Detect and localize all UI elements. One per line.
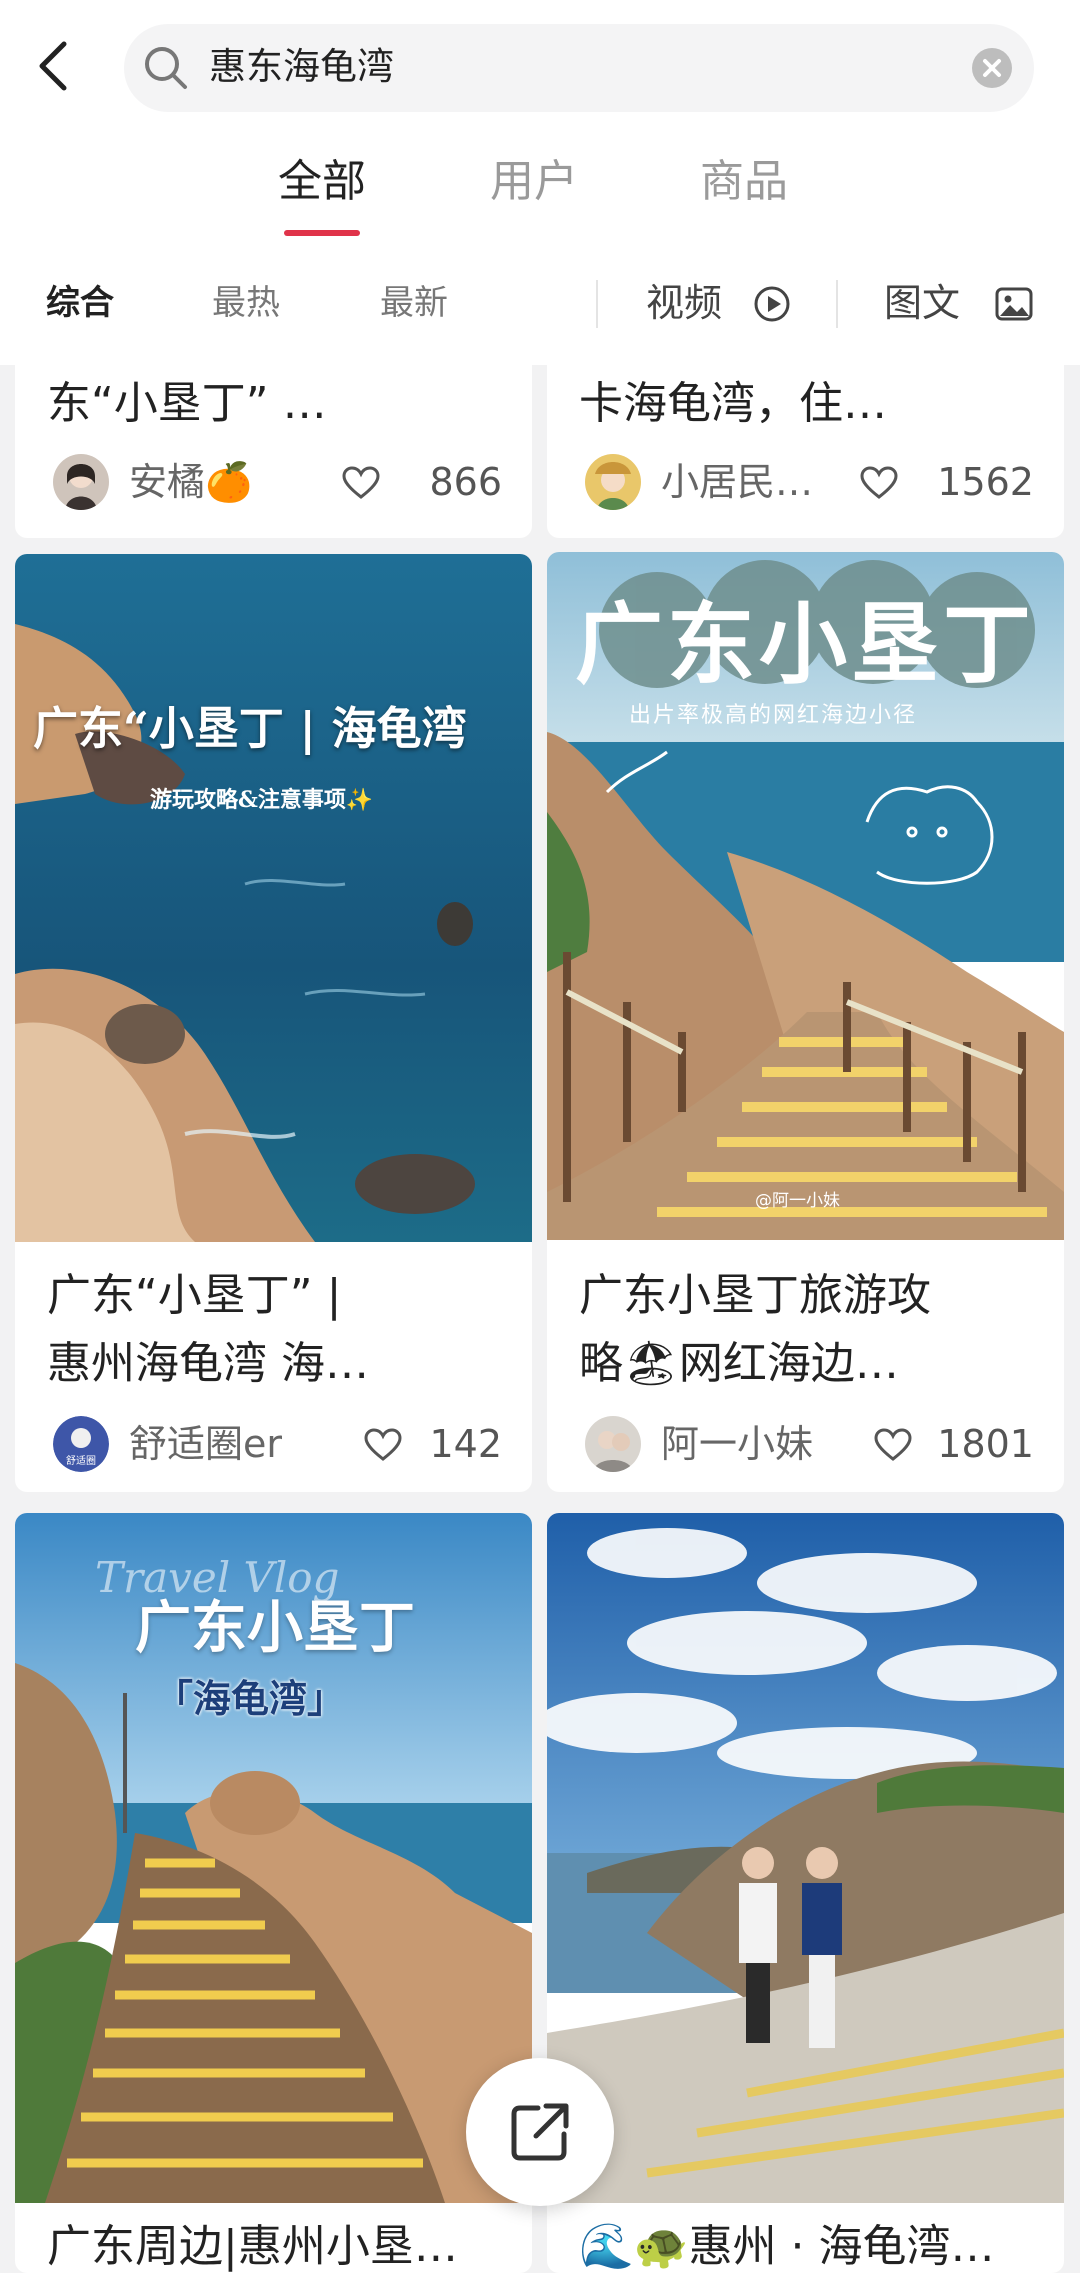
- avatar[interactable]: [53, 454, 109, 510]
- card-title: 广东“小垦丁” | 惠州海龟湾 海…: [47, 1262, 506, 1398]
- note-card[interactable]: 卡海龟湾，住… 小居民… 1562: [547, 356, 1064, 538]
- cover-subtitle: 游玩攻略&注意事项✨: [150, 787, 374, 813]
- tab-label: 用户: [490, 156, 578, 207]
- share-icon: [511, 2103, 569, 2161]
- author-name[interactable]: 舒适圈er: [129, 1418, 282, 1470]
- avatar[interactable]: [585, 454, 641, 510]
- heart-icon[interactable]: [364, 1428, 402, 1462]
- card-meta: 小居民… 1562: [585, 452, 1034, 512]
- filter-bar: 综合 最热 最新 视频 图文: [0, 268, 1080, 343]
- card-title: 🌊🐢惠州 · 海龟湾…: [579, 2221, 995, 2272]
- author-name[interactable]: 小居民…: [661, 456, 813, 508]
- note-card[interactable]: 🌊🐢惠州 · 海龟湾…: [547, 1513, 1064, 2273]
- tab-label: 全部: [278, 156, 366, 207]
- note-card[interactable]: 广东小垦丁 出片率极高的网红海边小径 @阿一小妹 广东小垦丁旅游攻 略🏖网红海边…: [547, 552, 1064, 1492]
- search-icon: [145, 47, 187, 89]
- image-icon: [995, 287, 1033, 321]
- tab-label: 商品: [700, 156, 788, 207]
- like-count: 1562: [937, 460, 1034, 504]
- tab-users[interactable]: 用户: [490, 150, 578, 214]
- search-query[interactable]: 惠东海龟湾: [209, 41, 394, 93]
- cover-image: [547, 1513, 1064, 2203]
- like-count: 142: [429, 1422, 502, 1466]
- cover-title: 广东小垦丁: [575, 593, 1036, 696]
- avatar-text: 舒适圈: [66, 1454, 96, 1467]
- search-input[interactable]: 惠东海龟湾: [124, 24, 1034, 112]
- tab-all[interactable]: 全部: [278, 150, 366, 236]
- card-title: 东“小垦丁” …: [47, 378, 327, 429]
- filter-newest[interactable]: 最新: [380, 278, 448, 328]
- card-title: 广东小垦丁旅游攻 略🏖网红海边…: [579, 1262, 1038, 1398]
- filter-image-text[interactable]: 图文: [884, 278, 960, 328]
- divider: [836, 280, 838, 328]
- cover-subtitle: 「海龟湾」: [155, 1677, 346, 1721]
- cover-title: 广东小垦丁: [135, 1596, 415, 1661]
- like-count: 1801: [937, 1422, 1034, 1466]
- card-title-line: 惠州海龟湾 海…: [47, 1338, 369, 1389]
- card-title: 广东周边|惠州小垦…: [47, 2221, 458, 2272]
- clear-icon[interactable]: [972, 48, 1012, 88]
- avatar[interactable]: [585, 1416, 641, 1472]
- header: 惠东海龟湾 全部 用户 商品 综合 最热 最新 视频 图文: [0, 0, 1080, 365]
- heart-icon[interactable]: [342, 466, 380, 500]
- filter-comprehensive[interactable]: 综合: [46, 278, 114, 328]
- share-button[interactable]: [466, 2058, 614, 2206]
- card-title-line: 略🏖网红海边…: [579, 1338, 899, 1389]
- heart-icon[interactable]: [874, 1428, 912, 1462]
- chevron-left-icon[interactable]: [30, 36, 74, 96]
- heart-icon[interactable]: [860, 466, 898, 500]
- card-title-line: 广东小垦丁旅游攻: [579, 1270, 931, 1321]
- play-icon: [754, 286, 790, 322]
- filter-video[interactable]: 视频: [646, 278, 722, 328]
- like-count: 866: [429, 460, 502, 504]
- divider: [596, 280, 598, 328]
- author-name[interactable]: 阿一小妹: [661, 1418, 813, 1470]
- card-title-line: 广东“小垦丁” |: [47, 1270, 342, 1321]
- avatar[interactable]: 舒适圈: [53, 1416, 109, 1472]
- watermark: @阿一小妹: [755, 1191, 840, 1211]
- cover-image: [15, 554, 532, 1242]
- card-meta: 舒适圈 舒适圈er 142: [53, 1414, 502, 1474]
- cover-title: 广东“小垦丁 | 海龟湾: [33, 702, 467, 755]
- note-card[interactable]: 东“小垦丁” … 安橘🍊 866: [15, 356, 532, 538]
- cover-subtitle: 出片率极高的网红海边小径: [629, 703, 918, 728]
- note-card[interactable]: Travel Vlog 广东小垦丁 「海龟湾」 广东周边|惠州小垦…: [15, 1513, 532, 2273]
- author-name[interactable]: 安橘🍊: [129, 456, 252, 508]
- note-card[interactable]: 广东“小垦丁 | 海龟湾 游玩攻略&注意事项✨ 广东“小垦丁” | 惠州海龟湾 …: [15, 554, 532, 1492]
- tab-bar: 全部 用户 商品: [0, 150, 1080, 240]
- card-title: 卡海龟湾，住…: [579, 378, 887, 429]
- filter-hottest[interactable]: 最热: [212, 278, 280, 328]
- tab-underline: [284, 230, 360, 236]
- tab-products[interactable]: 商品: [700, 150, 788, 214]
- card-meta: 安橘🍊 866: [53, 452, 502, 512]
- card-meta: 阿一小妹 1801: [585, 1414, 1034, 1474]
